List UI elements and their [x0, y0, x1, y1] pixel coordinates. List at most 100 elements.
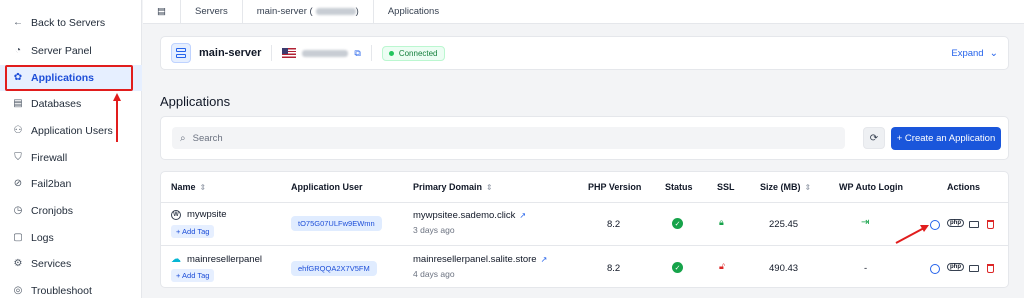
- sidebar-toggle-button[interactable]: ▤: [143, 0, 181, 24]
- app-user-badge[interactable]: tO75G07ULFw9EWmn: [291, 216, 382, 231]
- php-icon[interactable]: php: [947, 263, 964, 271]
- sort-icon: ⇕: [486, 182, 493, 192]
- annotation-highlight-box: [5, 65, 133, 91]
- database-icon: ▤: [13, 98, 23, 109]
- php-version: 8.2: [607, 219, 621, 230]
- us-flag-icon: [282, 48, 297, 58]
- cloud-icon: ☁: [171, 254, 181, 265]
- gauge-icon[interactable]: [930, 220, 940, 230]
- copy-icon[interactable]: ⧉: [354, 48, 360, 59]
- sidebar-item-label: Back to Servers: [31, 17, 106, 29]
- check-circle-icon: ✓: [672, 262, 683, 273]
- gauge-icon[interactable]: [930, 264, 940, 274]
- divider: [370, 45, 372, 61]
- app-name-link[interactable]: ☁ mainresellerpanel: [171, 254, 262, 265]
- sidebar-item-label: Troubleshoot: [31, 285, 92, 297]
- status-badge: Connected: [381, 45, 445, 61]
- column-header-wp-login: WP Auto Login: [839, 182, 903, 192]
- php-version: 8.2: [607, 263, 621, 274]
- sidebar-item-server-panel[interactable]: ◔ Server Panel: [0, 38, 142, 64]
- sidebar-item-label: Services: [31, 258, 72, 270]
- clock-icon: ◷: [13, 205, 23, 216]
- toolbar: ⌕ Search ⟳ + Create an Application: [160, 116, 1009, 160]
- sidebar: ← Back to Servers ◔ Server Panel ✿ Appli…: [0, 0, 142, 298]
- refresh-icon: ⟳: [869, 132, 879, 144]
- status-dot-icon: [388, 50, 394, 56]
- sidebar-item-application-users[interactable]: ⚇ Application Users: [0, 118, 142, 144]
- sidebar-item-firewall[interactable]: ⛉ Firewall: [0, 145, 142, 171]
- php-icon[interactable]: php: [947, 219, 964, 227]
- gauge-icon: ◔: [14, 45, 22, 56]
- column-header-size[interactable]: Size (MB) ⇕: [760, 172, 811, 202]
- expand-button[interactable]: Expand ⌄: [951, 48, 998, 59]
- redacted-ip: [302, 49, 349, 57]
- refresh-button[interactable]: ⟳: [863, 127, 885, 149]
- sidebar-item-label: Firewall: [31, 152, 68, 164]
- shield-icon: ⛉: [14, 152, 22, 163]
- breadcrumb-server[interactable]: main-server ( ): [243, 0, 374, 24]
- column-header-actions: Actions: [947, 182, 981, 192]
- sort-icon: ⇕: [804, 182, 812, 192]
- mail-icon[interactable]: [969, 221, 979, 228]
- sidebar-item-cronjobs[interactable]: ◷ Cronjobs: [0, 198, 142, 224]
- breadcrumb: ▤ Servers main-server ( ) Applications: [143, 0, 1024, 24]
- external-link-icon: ↗: [519, 211, 527, 220]
- search-input[interactable]: ⌕ Search: [172, 127, 845, 149]
- app-size: 225.45: [769, 219, 799, 230]
- sidebar-item-services[interactable]: ⚙ Services: [0, 251, 142, 277]
- help-icon: ◎: [13, 285, 23, 296]
- ban-icon: ⊘: [13, 178, 23, 189]
- sidebar-item-databases[interactable]: ▤ Databases: [0, 91, 142, 117]
- sidebar-item-label: Server Panel: [31, 45, 92, 57]
- column-header-ssl: SSL: [717, 182, 735, 192]
- created-time: 3 days ago: [413, 225, 455, 235]
- sidebar-item-fail2ban[interactable]: ⊘ Fail2ban: [0, 171, 142, 197]
- domain-link[interactable]: mainresellerpanel.salite.store ↗: [413, 254, 547, 265]
- sidebar-item-label: Databases: [31, 98, 82, 110]
- sidebar-item-label: Cronjobs: [31, 205, 74, 217]
- sidebar-item-logs[interactable]: ▢ Logs: [0, 225, 142, 251]
- app-size: 490.43: [769, 263, 799, 274]
- app-name-link[interactable]: W mywpsite: [171, 209, 227, 220]
- column-header-status: Status: [665, 182, 693, 192]
- external-link-icon: ↗: [540, 255, 548, 264]
- sidebar-item-label: Application Users: [31, 125, 113, 137]
- search-icon: ⌕: [180, 132, 186, 144]
- wordpress-icon: W: [171, 209, 181, 220]
- app-user-badge[interactable]: ehfGRQQA2X7V5FM: [291, 261, 377, 276]
- divider: [271, 45, 273, 61]
- lock-icon[interactable]: 🔒︎: [719, 217, 724, 228]
- page-title: Applications: [160, 94, 231, 109]
- arrow-left-icon: ←: [13, 17, 23, 28]
- column-header-name[interactable]: Name ⇕: [171, 172, 206, 202]
- mail-icon[interactable]: [969, 265, 979, 272]
- sidebar-item-back-to-servers[interactable]: ← Back to Servers: [0, 10, 142, 36]
- delete-icon[interactable]: [987, 264, 994, 273]
- add-tag-button[interactable]: + Add Tag: [171, 269, 215, 282]
- create-application-button[interactable]: + Create an Application: [891, 127, 1001, 150]
- sidebar-item-troubleshoot[interactable]: ◎ Troubleshoot: [0, 278, 142, 298]
- column-header-php: PHP Version: [588, 182, 642, 192]
- sidebar-item-label: Fail2ban: [31, 178, 72, 190]
- users-icon: ⚇: [13, 125, 23, 136]
- column-header-user: Application User: [291, 182, 363, 192]
- column-header-domain[interactable]: Primary Domain ⇕: [413, 172, 493, 202]
- unlock-icon[interactable]: 🔓︎: [719, 261, 725, 272]
- sort-icon: ⇕: [199, 182, 207, 192]
- login-icon[interactable]: ⇥: [861, 217, 869, 228]
- created-time: 4 days ago: [413, 269, 455, 279]
- domain-link[interactable]: mywpsitee.sademo.click ↗: [413, 210, 526, 221]
- wp-login-value: -: [864, 263, 868, 274]
- sidebar-item-label: Logs: [31, 232, 54, 244]
- services-icon: ⚙: [13, 258, 23, 269]
- delete-icon[interactable]: [987, 220, 994, 229]
- breadcrumb-servers[interactable]: Servers: [181, 0, 243, 24]
- redacted-ip: [315, 8, 356, 15]
- add-tag-button[interactable]: + Add Tag: [171, 225, 215, 238]
- server-icon: [171, 43, 191, 63]
- divider: [161, 245, 1008, 246]
- applications-table: Name ⇕ Application User Primary Domain ⇕ P…: [160, 171, 1009, 288]
- server-name: main-server: [199, 47, 262, 59]
- sidebar-toggle-icon: ▤: [157, 6, 166, 17]
- check-circle-icon: ✓: [672, 218, 683, 229]
